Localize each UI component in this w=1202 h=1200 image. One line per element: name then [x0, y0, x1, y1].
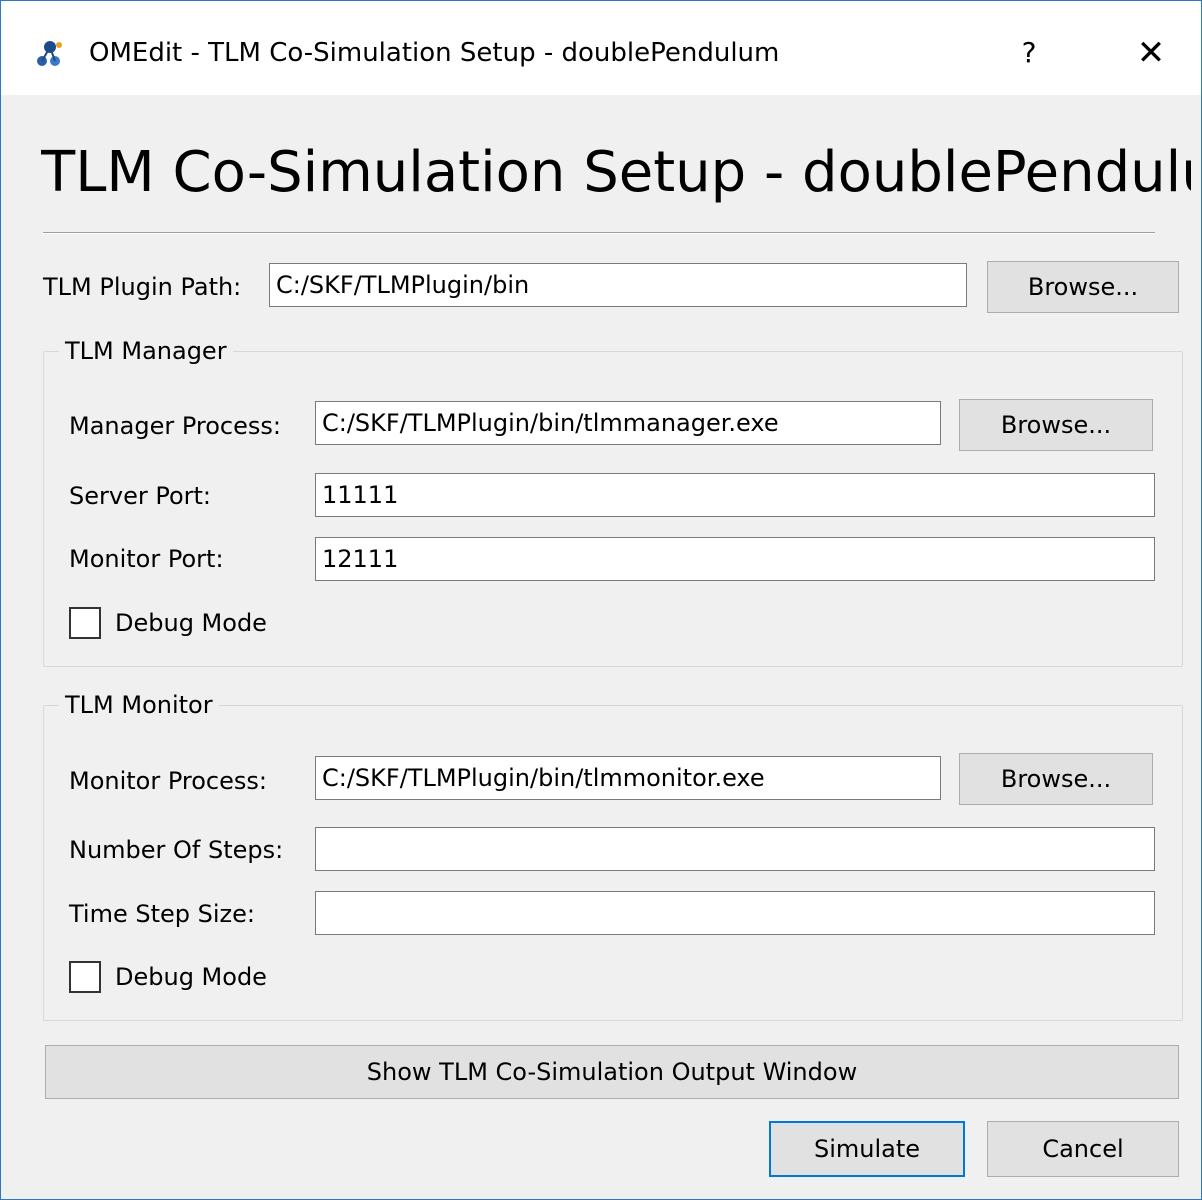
time-step-size-field[interactable] [315, 891, 1155, 935]
number-of-steps-field[interactable] [315, 827, 1155, 871]
dialog-window: OMEdit - TLM Co-Simulation Setup - doubl… [0, 0, 1202, 1200]
cancel-button[interactable]: Cancel [987, 1121, 1179, 1177]
dialog-heading: TLM Co-Simulation Setup - doublePendulum [41, 140, 1191, 205]
title-bar[interactable]: OMEdit - TLM Co-Simulation Setup - doubl… [1, 1, 1201, 95]
number-of-steps-label: Number Of Steps: [69, 836, 284, 864]
manager-debug-mode-checkbox[interactable] [69, 607, 101, 639]
time-step-size-label: Time Step Size: [69, 900, 255, 928]
server-port-field[interactable]: 11111 [315, 473, 1155, 517]
tlm-manager-group-title: TLM Manager [59, 333, 233, 369]
monitor-port-field[interactable]: 12111 [315, 537, 1155, 581]
plugin-path-label: TLM Plugin Path: [43, 273, 242, 301]
server-port-label: Server Port: [69, 482, 211, 510]
help-button[interactable]: ? [1005, 31, 1053, 75]
plugin-path-browse-button[interactable]: Browse... [987, 261, 1179, 313]
close-button[interactable]: ✕ [1123, 31, 1179, 75]
window-title: OMEdit - TLM Co-Simulation Setup - doubl… [89, 38, 780, 68]
monitor-port-label: Monitor Port: [69, 545, 224, 573]
monitor-process-label: Monitor Process: [69, 767, 267, 795]
tlm-monitor-group-title: TLM Monitor [59, 687, 219, 723]
omedit-app-icon [37, 41, 62, 66]
monitor-process-field[interactable]: C:/SKF/TLMPlugin/bin/tlmmonitor.exe [315, 756, 941, 800]
manager-process-browse-button[interactable]: Browse... [959, 399, 1153, 451]
monitor-debug-mode-checkbox[interactable] [69, 961, 101, 993]
plugin-path-field[interactable]: C:/SKF/TLMPlugin/bin [269, 263, 967, 307]
monitor-debug-mode-label[interactable]: Debug Mode [115, 959, 267, 995]
manager-debug-mode-label[interactable]: Debug Mode [115, 605, 267, 641]
simulate-button[interactable]: Simulate [769, 1121, 965, 1177]
manager-process-label: Manager Process: [69, 412, 281, 440]
monitor-process-browse-button[interactable]: Browse... [959, 753, 1153, 805]
show-output-window-button[interactable]: Show TLM Co-Simulation Output Window [45, 1045, 1179, 1099]
heading-divider [43, 232, 1155, 234]
manager-process-field[interactable]: C:/SKF/TLMPlugin/bin/tlmmanager.exe [315, 401, 941, 445]
